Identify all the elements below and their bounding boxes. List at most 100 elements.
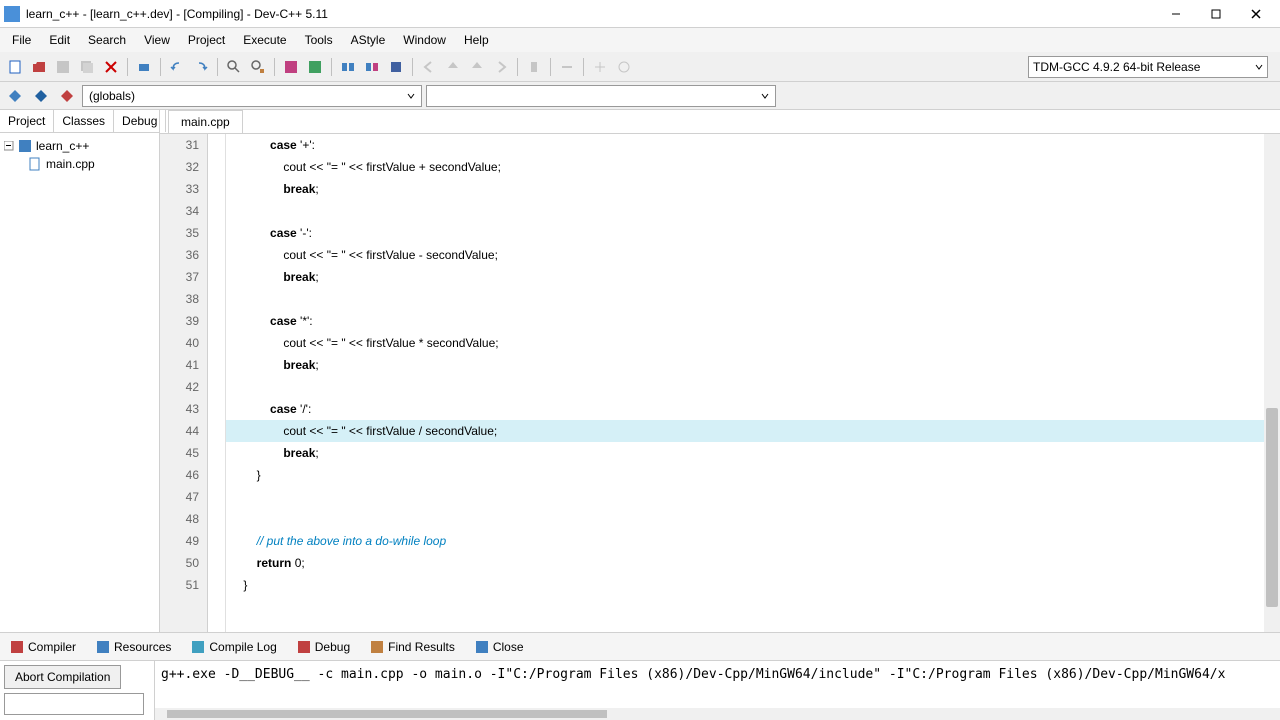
goto-button[interactable]: [556, 56, 578, 78]
app-icon: [4, 6, 20, 22]
rebuild-button[interactable]: [337, 56, 359, 78]
code-line[interactable]: }: [226, 574, 1280, 596]
minimize-button[interactable]: [1156, 1, 1196, 27]
sidetab-debug[interactable]: Debug: [114, 110, 166, 132]
code-line[interactable]: [226, 200, 1280, 222]
scope-select-label: (globals): [89, 89, 135, 103]
scrollbar-thumb[interactable]: [1266, 408, 1278, 607]
code-line[interactable]: [226, 508, 1280, 530]
chevron-down-icon: [761, 92, 769, 100]
file-icon: [28, 157, 42, 171]
bottom-tab-close[interactable]: Close: [471, 638, 528, 656]
horizontal-scrollbar[interactable]: [155, 708, 1280, 720]
save-all-button[interactable]: [76, 56, 98, 78]
code-line[interactable]: // put the above into a do-while loop: [226, 530, 1280, 552]
bottom-tab-compile-log[interactable]: Compile Log: [187, 638, 280, 656]
maximize-button[interactable]: [1196, 1, 1236, 27]
code-line[interactable]: case '-':: [226, 222, 1280, 244]
function-select[interactable]: [426, 85, 776, 107]
compile-input[interactable]: [4, 693, 144, 715]
undo-button[interactable]: [166, 56, 188, 78]
nav-forward-button[interactable]: [490, 56, 512, 78]
project-icon: [18, 139, 32, 153]
replace-button[interactable]: [247, 56, 269, 78]
titlebar: learn_c++ - [learn_c++.dev] - [Compiling…: [0, 0, 1280, 28]
file-tab[interactable]: main.cpp: [168, 110, 243, 133]
insert-button[interactable]: [589, 56, 611, 78]
code-line[interactable]: [226, 288, 1280, 310]
second-toolbar: (globals): [0, 82, 1280, 110]
menu-edit[interactable]: Edit: [41, 31, 78, 49]
tree-file-label: main.cpp: [46, 157, 95, 171]
nav-up2-button[interactable]: [466, 56, 488, 78]
new-file-button[interactable]: [4, 56, 26, 78]
code-line[interactable]: cout << "= " << firstValue / secondValue…: [226, 420, 1280, 442]
code-line[interactable]: [226, 486, 1280, 508]
menu-view[interactable]: View: [136, 31, 178, 49]
main-toolbar: TDM-GCC 4.9.2 64-bit Release: [0, 52, 1280, 82]
scope-select[interactable]: (globals): [82, 85, 422, 107]
menu-help[interactable]: Help: [456, 31, 497, 49]
new-project-button[interactable]: [4, 85, 26, 107]
menu-search[interactable]: Search: [80, 31, 134, 49]
open-button[interactable]: [28, 56, 50, 78]
nav-back-button[interactable]: [418, 56, 440, 78]
bottom-tabs: Compiler Resources Compile Log Debug Find Re…: [0, 632, 1280, 660]
code-line[interactable]: break;: [226, 178, 1280, 200]
code-line[interactable]: break;: [226, 442, 1280, 464]
abort-compilation-button[interactable]: Abort Compilation: [4, 665, 121, 689]
nav-up-button[interactable]: [442, 56, 464, 78]
scrollbar-thumb[interactable]: [167, 710, 607, 718]
close-button[interactable]: [1236, 1, 1276, 27]
menu-astyle[interactable]: AStyle: [343, 31, 394, 49]
code-line[interactable]: break;: [226, 354, 1280, 376]
code-line[interactable]: case '/':: [226, 398, 1280, 420]
find-button[interactable]: [223, 56, 245, 78]
save-button[interactable]: [52, 56, 74, 78]
fold-column: [208, 134, 226, 632]
new-class-button[interactable]: [30, 85, 52, 107]
debug-button[interactable]: [385, 56, 407, 78]
menu-window[interactable]: Window: [395, 31, 454, 49]
code-line[interactable]: return 0;: [226, 552, 1280, 574]
redo-button[interactable]: [190, 56, 212, 78]
compiler-select[interactable]: TDM-GCC 4.9.2 64-bit Release: [1028, 56, 1268, 78]
code-line[interactable]: cout << "= " << firstValue + secondValue…: [226, 156, 1280, 178]
log-icon: [191, 640, 205, 654]
bottom-tab-resources[interactable]: Resources: [92, 638, 175, 656]
code-line[interactable]: }: [226, 464, 1280, 486]
bottom-tab-compiler[interactable]: Compiler: [6, 638, 80, 656]
vertical-scrollbar[interactable]: [1264, 134, 1280, 632]
new-template-button[interactable]: [56, 85, 78, 107]
close-file-button[interactable]: [100, 56, 122, 78]
menu-file[interactable]: File: [4, 31, 39, 49]
code-area[interactable]: case '+': cout << "= " << firstValue + s…: [226, 134, 1280, 632]
run-button[interactable]: [304, 56, 326, 78]
chevron-down-icon: [1255, 63, 1263, 71]
compile-run-button[interactable]: [361, 56, 383, 78]
window-title: learn_c++ - [learn_c++.dev] - [Compiling…: [26, 7, 1156, 21]
sidetab-classes[interactable]: Classes: [54, 110, 114, 132]
code-line[interactable]: case '*':: [226, 310, 1280, 332]
code-line[interactable]: cout << "= " << firstValue * secondValue…: [226, 332, 1280, 354]
toggle-button[interactable]: [613, 56, 635, 78]
bookmark-button[interactable]: [523, 56, 545, 78]
code-editor[interactable]: 3132333435363738394041424344454647484950…: [160, 134, 1280, 632]
print-button[interactable]: [133, 56, 155, 78]
tree-file-item[interactable]: main.cpp: [4, 155, 155, 173]
bottom-tab-debug[interactable]: Debug: [293, 638, 354, 656]
line-gutter: 3132333435363738394041424344454647484950…: [160, 134, 208, 632]
menu-execute[interactable]: Execute: [235, 31, 294, 49]
bottom-tab-find-results[interactable]: Find Results: [366, 638, 459, 656]
code-line[interactable]: cout << "= " << firstValue - secondValue…: [226, 244, 1280, 266]
compiler-select-label: TDM-GCC 4.9.2 64-bit Release: [1033, 60, 1200, 74]
tree-project-root[interactable]: learn_c++: [4, 137, 155, 155]
code-line[interactable]: [226, 376, 1280, 398]
menu-project[interactable]: Project: [180, 31, 233, 49]
code-line[interactable]: case '+':: [226, 134, 1280, 156]
compile-log-text: g++.exe -D__DEBUG__ -c main.cpp -o main.…: [155, 661, 1280, 708]
menu-tools[interactable]: Tools: [297, 31, 341, 49]
code-line[interactable]: break;: [226, 266, 1280, 288]
compile-button[interactable]: [280, 56, 302, 78]
sidetab-project[interactable]: Project: [0, 110, 54, 132]
